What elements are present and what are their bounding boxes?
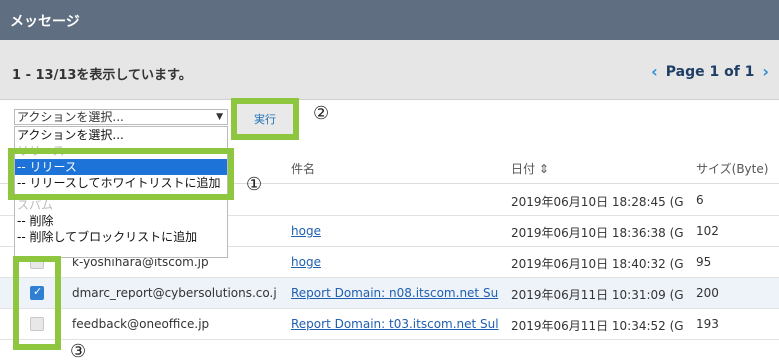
dropdown-arrow-icon: ▼	[216, 112, 223, 122]
marker-2: ②	[313, 103, 330, 124]
row-date: 2019年06月11日 10:31:09 (G	[511, 288, 684, 302]
marker-3: ③	[70, 341, 87, 362]
checkbox-highlight	[13, 256, 61, 350]
dropdown-option[interactable]: -- 削除	[15, 213, 227, 229]
marker-1: ①	[246, 174, 263, 195]
row-subject-link[interactable]: hoge	[291, 255, 501, 269]
run-button[interactable]: 実行	[237, 104, 293, 134]
column-date[interactable]: 日付 ⇕	[511, 160, 549, 177]
panel-title: メッセージ	[0, 0, 779, 40]
run-button-highlight: 実行	[231, 98, 299, 140]
action-select-value: アクションを選択...	[17, 110, 124, 124]
count-bar: 1 - 13/13を表示しています。 ‹ Page 1 of 1 ›	[0, 40, 779, 100]
row-size: 6	[696, 193, 704, 207]
row-date: 2019年06月10日 18:36:38 (G	[511, 226, 684, 240]
dropdown-option[interactable]: アクションを選択...	[15, 127, 227, 143]
table-row[interactable]: feedback@oneoffice.jp Report Domain: t03.…	[0, 309, 779, 340]
row-size: 102	[696, 224, 719, 238]
pager: ‹ Page 1 of 1 ›	[651, 62, 769, 81]
row-date: 2019年06月10日 18:40:32 (G	[511, 257, 684, 271]
row-size: 193	[696, 317, 719, 331]
row-date: 2019年06月10日 18:28:45 (G	[511, 195, 684, 209]
column-subject[interactable]: 件名	[291, 160, 315, 177]
action-select[interactable]: アクションを選択... ▼	[14, 109, 228, 125]
row-date: 2019年06月11日 10:34:52 (G	[511, 319, 684, 333]
row-subject-link[interactable]: hoge	[291, 224, 501, 238]
prev-page-icon[interactable]: ‹	[651, 62, 658, 81]
table-row[interactable]: dmarc_report@cybersolutions.co.j Report D…	[0, 278, 779, 309]
release-option-highlight	[8, 148, 234, 200]
column-size[interactable]: サイズ(Byte)	[696, 160, 768, 177]
row-subject-link[interactable]: Report Domain: t03.itscom.net Sul	[291, 317, 501, 331]
next-page-icon[interactable]: ›	[762, 62, 769, 81]
row-sender: dmarc_report@cybersolutions.co.j	[72, 286, 277, 300]
row-subject-link[interactable]: Report Domain: n08.itscom.net Su	[291, 286, 501, 300]
row-size: 200	[696, 286, 719, 300]
result-count: 1 - 13/13を表示しています。	[12, 68, 192, 83]
dropdown-option[interactable]: -- 削除してブロックリストに追加	[15, 229, 227, 245]
row-sender: feedback@oneoffice.jp	[72, 317, 210, 331]
row-size: 95	[696, 255, 712, 269]
page-indicator: Page 1 of 1	[665, 63, 755, 80]
